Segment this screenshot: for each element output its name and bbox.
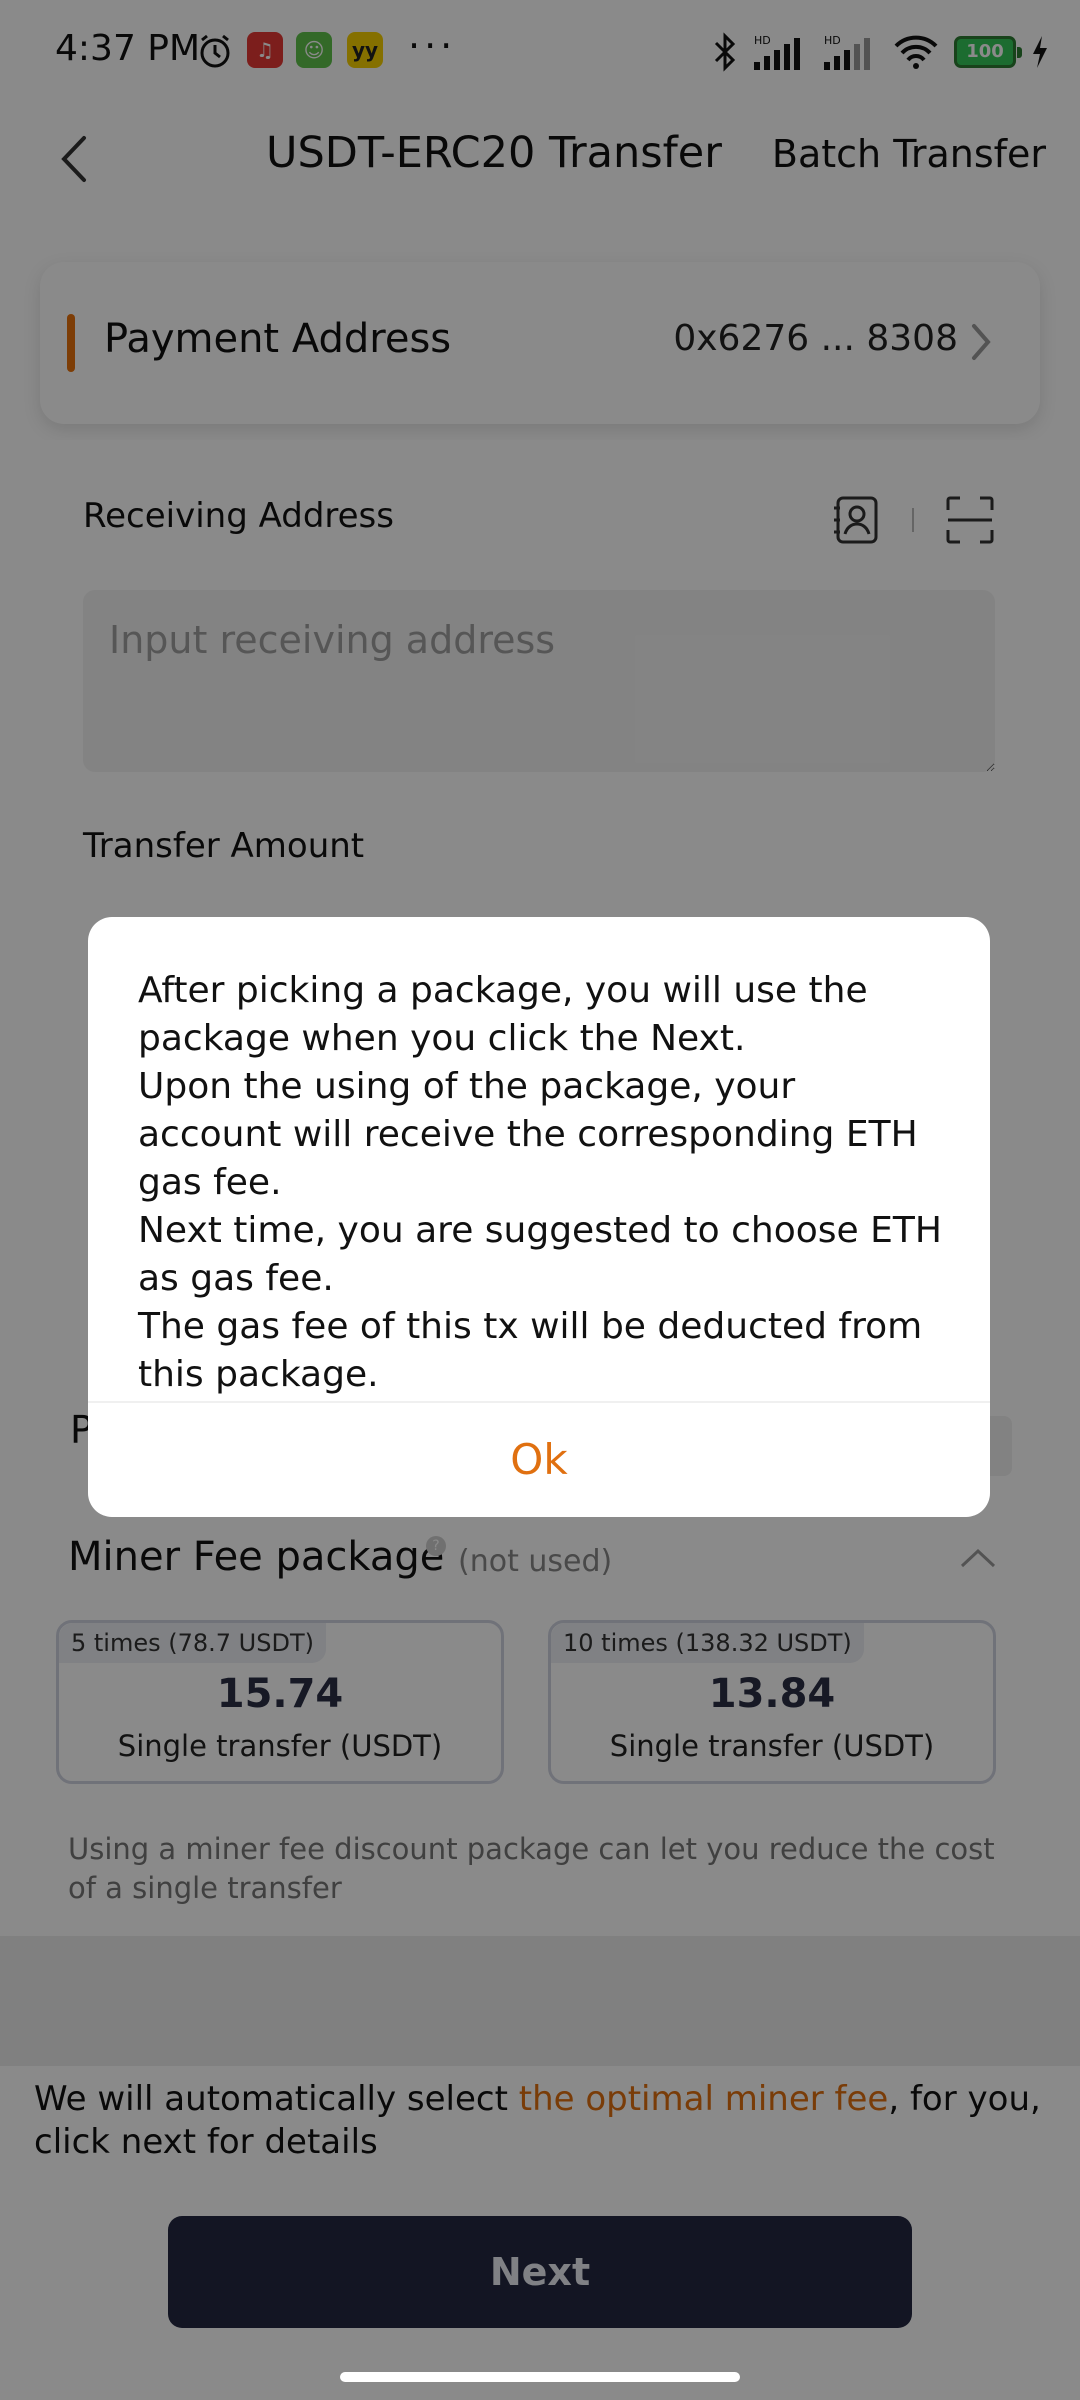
package-info-dialog: After picking a package, you will use th… <box>88 917 990 1517</box>
dialog-message: After picking a package, you will use th… <box>138 967 948 1399</box>
dialog-line: After picking a package, you will use th… <box>138 970 868 1059</box>
ok-button[interactable]: Ok <box>88 1403 990 1517</box>
dialog-line: Upon the using of the package, your acco… <box>138 1066 918 1203</box>
dialog-line: The gas fee of this tx will be deducted … <box>138 1306 923 1395</box>
home-indicator[interactable] <box>340 2372 740 2382</box>
page: 4:37 PM ♫ ☺ yy ··· HD HD 100 USDT-ERC20 … <box>0 0 1080 2400</box>
dialog-line: Next time, you are suggested to choose E… <box>138 1210 942 1299</box>
